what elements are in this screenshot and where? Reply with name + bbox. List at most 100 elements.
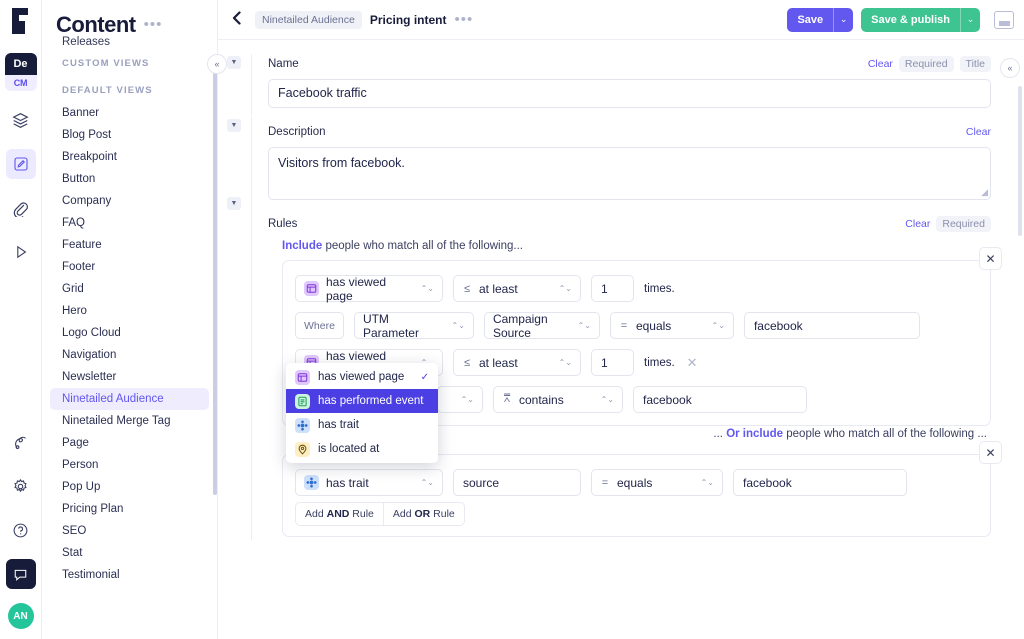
name-clear-link[interactable]: Clear xyxy=(868,58,893,70)
right-panel-collapse-button[interactable]: « xyxy=(1000,58,1020,78)
sidebar-item-blog-post[interactable]: Blog Post xyxy=(50,124,209,146)
sidebar-more-icon[interactable]: ••• xyxy=(144,17,163,32)
where-label: Where xyxy=(295,312,344,339)
where-comparator-select[interactable]: = equals ⌃⌄ xyxy=(609,312,734,339)
sidebar-item-pricing-plan[interactable]: Pricing Plan xyxy=(50,498,209,520)
rail-item-help[interactable] xyxy=(6,515,36,545)
sidebar-item-pop-up[interactable]: Pop Up xyxy=(50,476,209,498)
sidebar-item-logo-cloud[interactable]: Logo Cloud xyxy=(50,322,209,344)
stepper-icon[interactable]: ⌃⌄ xyxy=(453,396,474,404)
back-button[interactable] xyxy=(226,10,247,29)
rule-subject-dropdown-menu[interactable]: has viewed page ✓ has performed event ha… xyxy=(286,363,438,463)
save-button[interactable]: Save ⌄ xyxy=(787,7,854,32)
rule-subject-select[interactable]: has trait ⌃⌄ xyxy=(295,469,443,496)
breadcrumb-content-type[interactable]: Ninetailed Audience xyxy=(255,10,362,29)
description-textarea[interactable]: Visitors from facebook. ◢ xyxy=(268,147,991,200)
save-and-publish-button[interactable]: Save & publish ⌄ xyxy=(861,7,980,32)
add-or-rule-button[interactable]: Add OR Rule xyxy=(383,502,465,526)
sidebar-item-breakpoint[interactable]: Breakpoint xyxy=(50,146,209,168)
rail-item-media[interactable] xyxy=(6,193,36,223)
rule-operator-select[interactable]: ≤ at least ⌃⌄ xyxy=(453,275,581,302)
trait-value-input[interactable]: facebook xyxy=(733,469,907,496)
rule-comparator-label: contains xyxy=(519,392,564,407)
sidebar-item-company[interactable]: Company xyxy=(50,190,209,212)
rules-include-keyword[interactable]: Include xyxy=(282,240,322,252)
rules-clear-link[interactable]: Clear xyxy=(905,218,930,230)
dropdown-option-has-performed-event[interactable]: has performed event xyxy=(286,389,438,413)
sidebar-item-page[interactable]: Page xyxy=(50,432,209,454)
rule-value-input[interactable]: facebook xyxy=(633,386,807,413)
sidebar-item-faq[interactable]: FAQ xyxy=(50,212,209,234)
sidebar-item-seo[interactable]: SEO xyxy=(50,520,209,542)
stepper-icon[interactable]: ⌃⌄ xyxy=(413,479,434,487)
stepper-icon[interactable]: ⌃⌄ xyxy=(551,359,572,367)
sidebar-item-testimonial[interactable]: Testimonial xyxy=(50,564,209,586)
contentful-app-badge[interactable]: De CM xyxy=(4,53,37,91)
sidebar-item-newsletter[interactable]: Newsletter xyxy=(50,366,209,388)
sidebar-item-stat[interactable]: Stat xyxy=(50,542,209,564)
dropdown-option-label: is located at xyxy=(318,443,380,455)
sidebar-item-hero[interactable]: Hero xyxy=(50,300,209,322)
trait-key-input[interactable]: source xyxy=(453,469,581,496)
gatsby-logo-icon[interactable] xyxy=(8,6,34,41)
stepper-icon[interactable]: ⌃⌄ xyxy=(593,396,614,404)
rule-operator-select[interactable]: ≤ at least ⌃⌄ xyxy=(453,349,581,376)
rule-group-2-remove-button[interactable]: ✕ xyxy=(979,441,1002,464)
resize-handle-icon[interactable]: ◢ xyxy=(981,187,988,198)
rail-item-play[interactable] xyxy=(6,237,36,267)
dropdown-option-is-located-at[interactable]: is located at xyxy=(286,437,438,461)
sidebar-scrollbar-thumb[interactable] xyxy=(213,55,217,495)
rail-item-api[interactable] xyxy=(6,427,36,457)
entry-more-icon[interactable]: ••• xyxy=(455,12,474,27)
stepper-icon[interactable]: ⌃⌄ xyxy=(551,285,572,293)
rail-item-layers[interactable] xyxy=(6,105,36,135)
rule-operator-select-partial[interactable]: ⌃⌄ xyxy=(437,386,483,413)
rail-item-settings[interactable] xyxy=(6,471,36,501)
sidebar-item-footer[interactable]: Footer xyxy=(50,256,209,278)
save-dropdown-caret-icon[interactable]: ⌄ xyxy=(833,7,853,32)
rule-count-input[interactable]: 1 xyxy=(591,275,634,302)
rule-row-remove-button[interactable]: ✕ xyxy=(687,355,698,371)
sidebar-item-grid[interactable]: Grid xyxy=(50,278,209,300)
where-param-name-select[interactable]: Campaign Source ⌃⌄ xyxy=(483,312,600,340)
sidebar-item-releases[interactable]: Releases xyxy=(50,36,209,48)
rule-count-input[interactable]: 1 xyxy=(591,349,634,376)
where-param-type-select[interactable]: UTM Parameter ⌃⌄ xyxy=(353,312,474,340)
sidebar-item-ninetailed-merge-tag[interactable]: Ninetailed Merge Tag xyxy=(50,410,209,432)
or-include-keyword[interactable]: Or include xyxy=(726,428,783,440)
main-scrollbar-thumb[interactable] xyxy=(1018,86,1022,236)
minimize-icon[interactable] xyxy=(994,10,1014,29)
sidebar-item-button[interactable]: Button xyxy=(50,168,209,190)
sidebar-item-banner[interactable]: Banner xyxy=(50,102,209,124)
stepper-icon[interactable]: ⌃⌄ xyxy=(693,479,714,487)
stepper-icon[interactable]: ⌃⌄ xyxy=(570,322,591,330)
description-clear-link[interactable]: Clear xyxy=(966,126,991,138)
add-and-rule-button[interactable]: Add AND Rule xyxy=(295,502,384,526)
sidebar-item-person[interactable]: Person xyxy=(50,454,209,476)
rule-operator-label: at least xyxy=(479,355,518,370)
sidebar-item-feature[interactable]: Feature xyxy=(50,234,209,256)
sidebar-item-ninetailed-audience[interactable]: Ninetailed Audience xyxy=(50,388,209,410)
avatar[interactable]: AN xyxy=(7,603,34,629)
description-field-twisty-icon[interactable]: ▼ xyxy=(227,119,241,132)
rule-subject-select[interactable]: has viewed page ⌃⌄ xyxy=(295,275,443,303)
rule-group-1-remove-button[interactable]: ✕ xyxy=(979,247,1002,270)
stepper-icon[interactable]: ⌃⌄ xyxy=(704,322,725,330)
stepper-icon[interactable]: ⌃⌄ xyxy=(444,322,465,330)
name-field-rail xyxy=(251,54,252,116)
stepper-icon[interactable]: ⌃⌄ xyxy=(413,285,434,293)
sidebar-collapse-button[interactable]: « xyxy=(207,54,227,74)
rules-field-twisty-icon[interactable]: ▼ xyxy=(227,197,241,210)
publish-dropdown-caret-icon[interactable]: ⌄ xyxy=(960,7,980,32)
dropdown-option-has-trait[interactable]: has trait xyxy=(286,413,438,437)
rule-subject-label: has trait xyxy=(326,475,369,490)
trait-comparator-select[interactable]: = equals ⌃⌄ xyxy=(591,469,723,496)
name-input[interactable]: Facebook traffic xyxy=(268,79,991,108)
rail-item-chat[interactable] xyxy=(5,559,36,589)
where-value-input[interactable]: facebook xyxy=(743,312,920,339)
sidebar-item-navigation[interactable]: Navigation xyxy=(50,344,209,366)
rule-comparator-select[interactable]: ⩞ contains ⌃⌄ xyxy=(493,386,623,413)
rail-item-compose[interactable] xyxy=(5,149,36,179)
dropdown-option-has-viewed-page[interactable]: has viewed page ✓ xyxy=(286,365,438,389)
name-field-twisty-icon[interactable]: ▼ xyxy=(227,56,241,69)
